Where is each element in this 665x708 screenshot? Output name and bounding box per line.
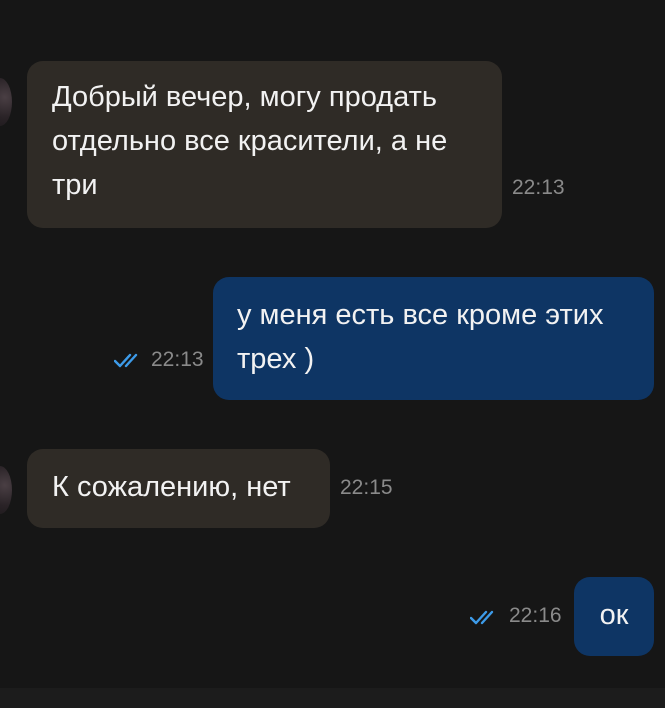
message-input-area[interactable]: [0, 688, 665, 708]
outgoing-message[interactable]: у меня есть все кроме этих трех ): [213, 277, 654, 400]
message-time: 22:13: [151, 348, 204, 371]
message-text: ок: [599, 599, 629, 631]
double-check-icon: [470, 610, 494, 625]
message-text: К сожалению, нет: [52, 471, 291, 503]
sender-avatar[interactable]: [0, 78, 12, 126]
sender-avatar[interactable]: [0, 466, 12, 514]
incoming-message[interactable]: Добрый вечер, могу продать отдельно все …: [27, 61, 502, 228]
incoming-message[interactable]: К сожалению, нет: [27, 449, 330, 528]
message-text: у меня есть все кроме этих трех ): [237, 299, 604, 375]
double-check-icon: [114, 353, 138, 368]
outgoing-message[interactable]: ок: [574, 577, 654, 656]
chat-window: Добрый вечер, могу продать отдельно все …: [0, 0, 665, 688]
message-time: 22:16: [509, 604, 562, 627]
message-time: 22:15: [340, 476, 393, 499]
message-text: Добрый вечер, могу продать отдельно все …: [52, 81, 448, 201]
message-time: 22:13: [512, 176, 565, 199]
